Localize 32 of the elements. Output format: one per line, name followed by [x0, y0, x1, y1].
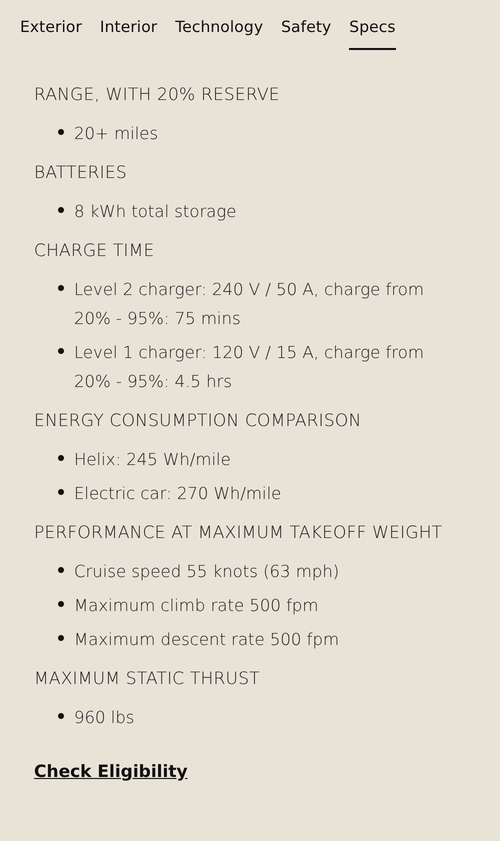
section-heading: CHARGE TIME [34, 240, 156, 263]
bullet-icon [58, 601, 64, 607]
bullet-icon [58, 713, 64, 719]
spec-item: Level 2 charger: 240 V / 50 A, charge from 20% - 95%: 75 mins [74, 279, 425, 330]
section-heading: ENERGY CONSUMPTION COMPARISON [34, 410, 362, 433]
bullet-icon [58, 348, 64, 354]
bullet-icon [58, 455, 64, 461]
tab[interactable]: Exterior [20, 18, 82, 50]
spec-item: 8 kWh total storage [74, 201, 238, 223]
spec-item: Helix: 245 Wh/mile [74, 449, 232, 471]
bullet-icon [58, 207, 64, 213]
bullet-icon [58, 285, 64, 291]
spec-item: 960 lbs [74, 707, 136, 729]
spec-item: Cruise speed 55 knots (63 mph) [74, 561, 340, 583]
section-heading: BATTERIES [34, 162, 128, 185]
bullet-icon [58, 567, 64, 573]
bullet-icon [58, 129, 64, 135]
tab[interactable]: Safety [281, 18, 332, 50]
spec-item: Electric car: 270 Wh/mile [74, 483, 282, 505]
spec-item: Maximum climb rate 500 fpm [74, 595, 320, 617]
bullet-icon [58, 489, 64, 495]
section-heading: MAXIMUM STATIC THRUST [34, 668, 261, 691]
check-eligibility-link[interactable]: Check Eligibility [34, 762, 188, 782]
spec-item: Maximum descent rate 500 fpm [74, 629, 340, 651]
tab[interactable]: Interior [100, 18, 158, 50]
section-heading: PERFORMANCE AT MAXIMUM TAKEOFF WEIGHT [34, 522, 444, 545]
tab[interactable]: Specs [349, 18, 396, 50]
tab[interactable]: Technology [175, 18, 264, 50]
bullet-icon [58, 635, 64, 641]
spec-item: Level 1 charger: 120 V / 15 A, charge from 20% - 95%: 4.5 hrs [74, 342, 425, 393]
spec-item: 20+ miles [74, 123, 160, 145]
section-heading: RANGE, WITH 20% RESERVE [34, 84, 281, 107]
